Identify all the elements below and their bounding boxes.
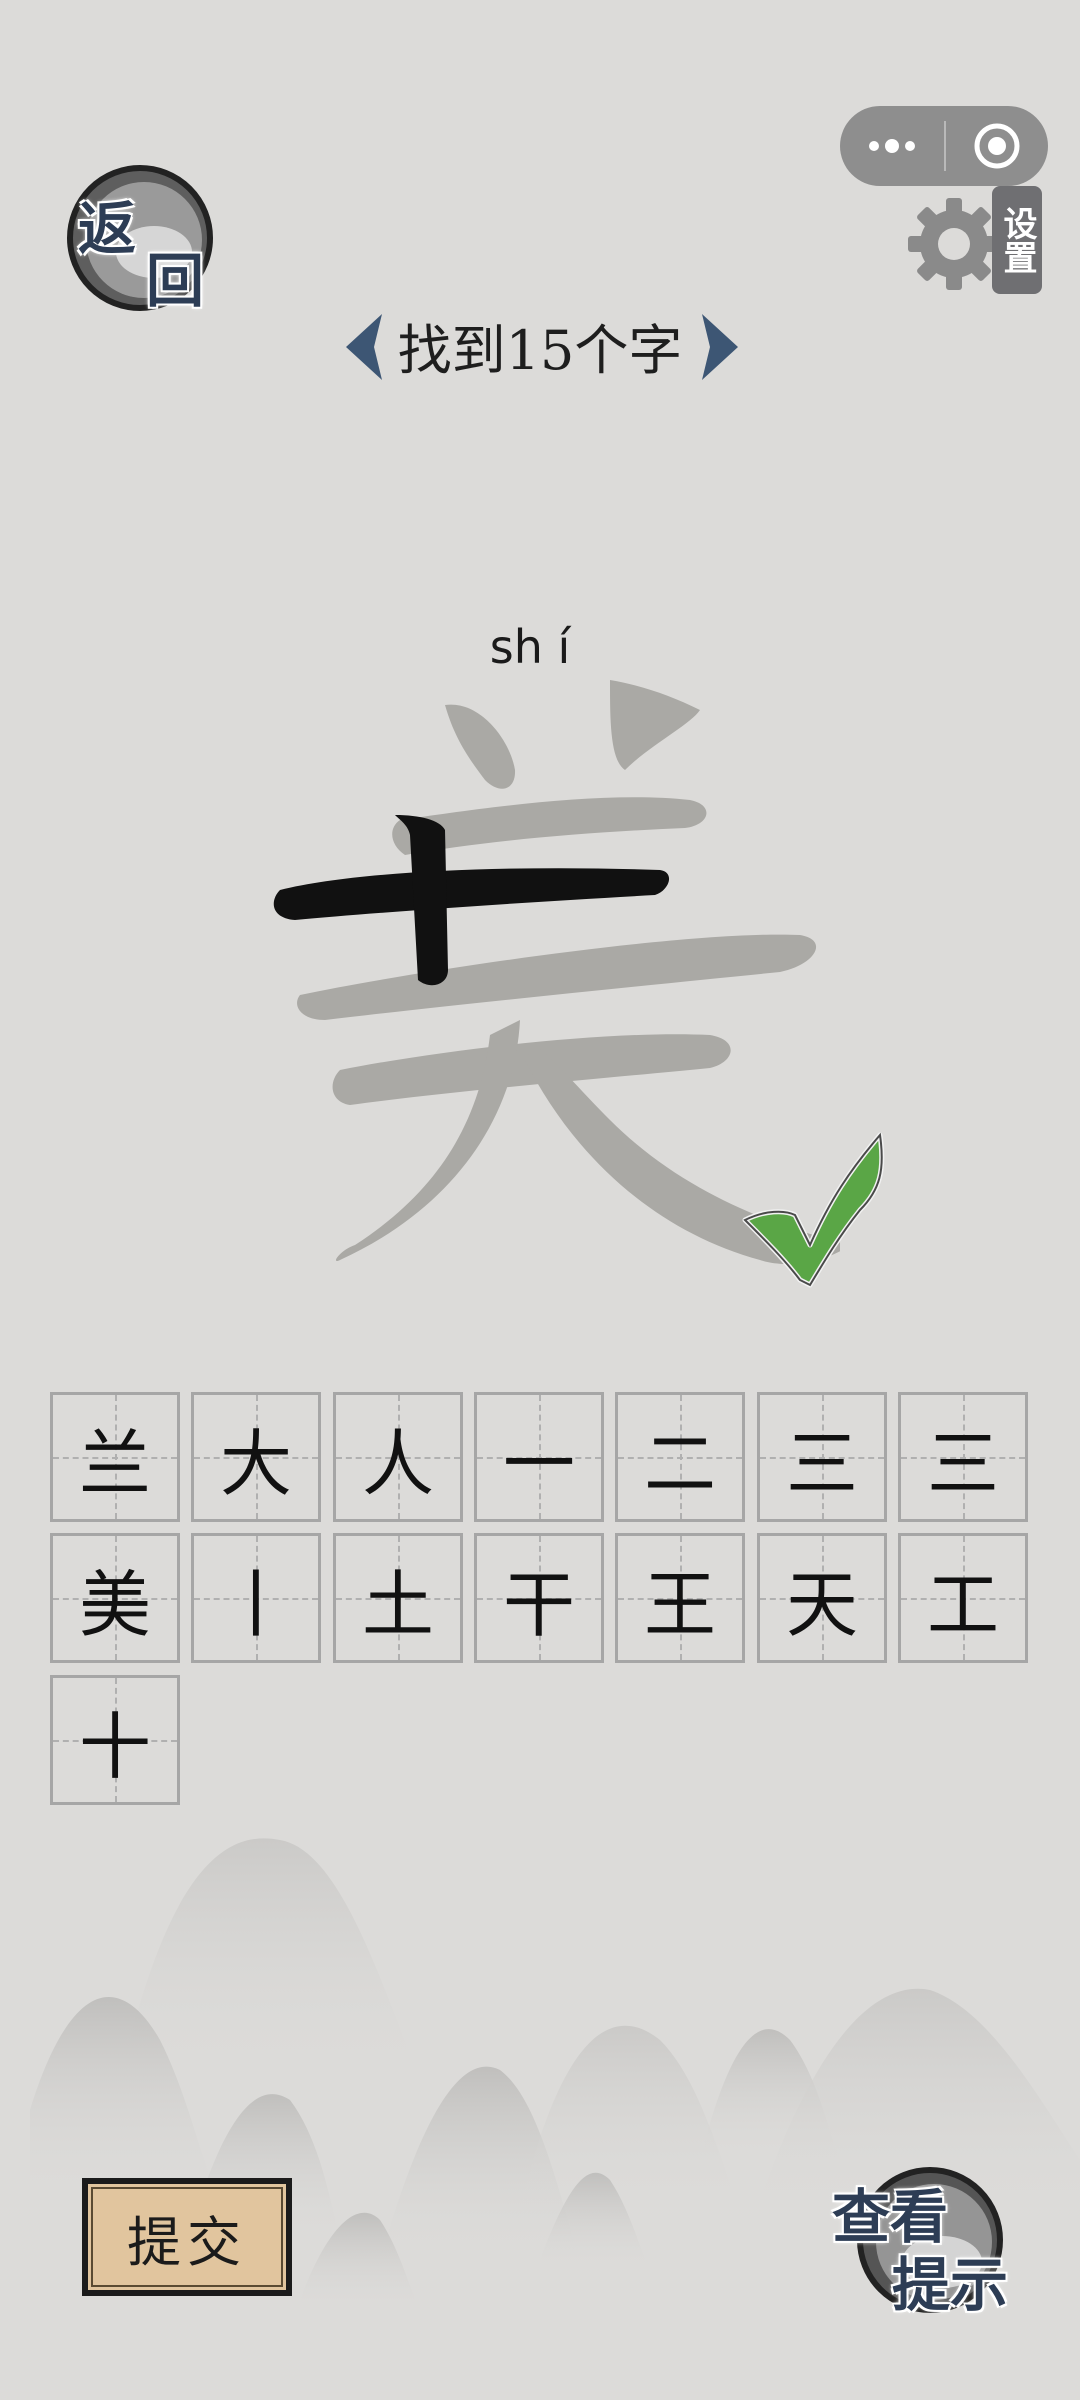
hint-label-2: 提示 [892, 2251, 1009, 2319]
candidate-character: 美 [78, 1562, 151, 1647]
checkmark-icon [742, 1132, 885, 1288]
target-close-icon [974, 123, 1020, 169]
back-label-1: 返 [78, 195, 137, 263]
candidate-cell[interactable]: 王 [615, 1533, 745, 1663]
previous-level-arrow-icon[interactable] [344, 312, 384, 382]
candidate-cell[interactable]: 三 [898, 1392, 1028, 1522]
candidate-character: 王 [643, 1562, 716, 1647]
hint-button[interactable]: 查看 提示 [830, 2160, 1030, 2320]
back-button[interactable]: 返 回 [62, 160, 222, 320]
candidate-cell[interactable]: 一 [474, 1392, 604, 1522]
back-label-2: 回 [146, 247, 205, 315]
candidate-cell[interactable]: 土 [333, 1533, 463, 1663]
candidate-cell[interactable]: 人 [333, 1392, 463, 1522]
candidate-character: 一 [502, 1421, 575, 1506]
candidate-cell[interactable]: 干 [474, 1533, 604, 1663]
candidate-character: 三 [926, 1421, 999, 1506]
next-level-arrow-icon[interactable] [700, 312, 740, 382]
candidate-cell[interactable]: 十 [50, 1675, 180, 1805]
candidate-cell[interactable]: 大 [191, 1392, 321, 1522]
close-miniprogram-button[interactable] [946, 106, 1048, 186]
candidate-character: 干 [502, 1562, 575, 1647]
candidate-character: 天 [785, 1562, 858, 1647]
candidate-character: 大 [219, 1421, 292, 1506]
submit-button[interactable]: 提交 [82, 2178, 292, 2296]
candidate-cell[interactable]: 美 [50, 1533, 180, 1663]
candidate-character: 二 [643, 1421, 716, 1506]
candidate-character: 工 [926, 1562, 999, 1647]
miniprogram-capsule [840, 106, 1048, 186]
submit-label: 提交 [127, 2210, 247, 2274]
candidate-cell[interactable]: 工 [898, 1533, 1028, 1663]
level-title: 找到15个字 [397, 318, 683, 382]
candidate-cell[interactable]: 兰 [50, 1392, 180, 1522]
candidate-character: 十 [78, 1704, 151, 1789]
more-dots-icon [869, 139, 915, 153]
candidate-cell[interactable]: 三 [757, 1392, 887, 1522]
gear-icon [908, 198, 1000, 290]
candidate-cell[interactable]: 二 [615, 1392, 745, 1522]
candidate-character: 三 [785, 1421, 858, 1506]
candidate-cell[interactable]: 丨 [191, 1533, 321, 1663]
candidate-character: 土 [361, 1562, 434, 1647]
candidate-cell[interactable]: 天 [757, 1533, 887, 1663]
candidate-character: 人 [361, 1421, 434, 1506]
more-menu-button[interactable] [840, 106, 944, 186]
candidate-character: 兰 [78, 1421, 151, 1506]
candidate-character: 丨 [219, 1562, 292, 1647]
settings-label[interactable]: 设置 [992, 186, 1042, 294]
